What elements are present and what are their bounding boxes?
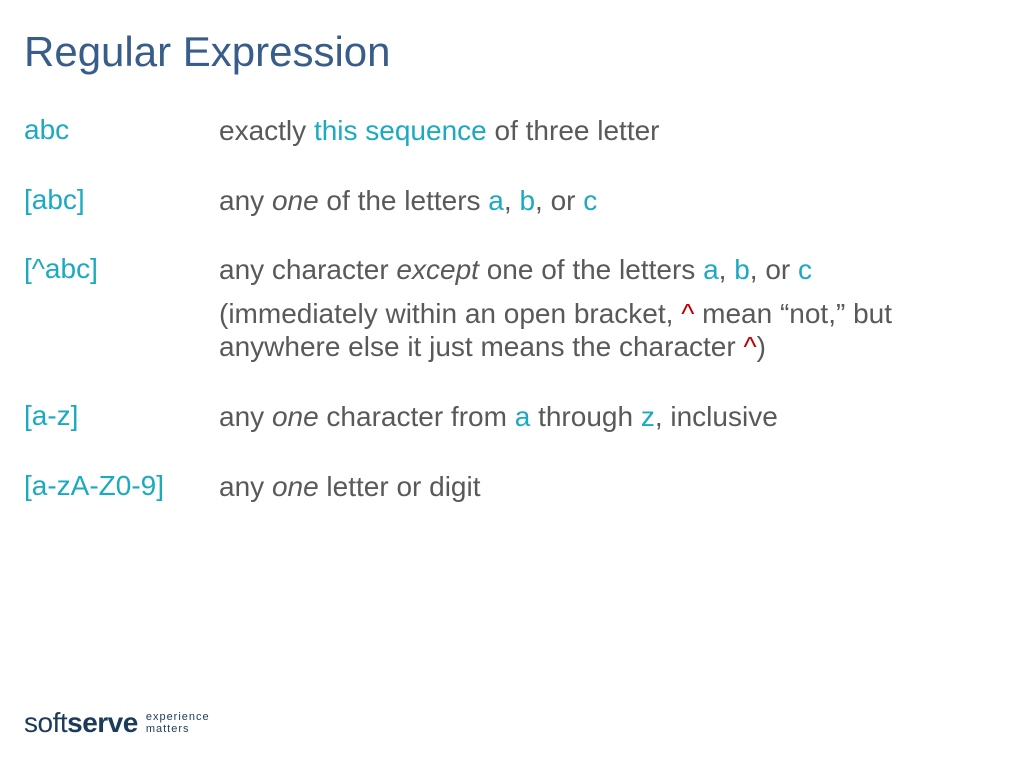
desc-letter: c (583, 185, 597, 216)
desc-italic: one (272, 471, 319, 502)
desc-text: any (219, 185, 272, 216)
desc-text: , (504, 185, 520, 216)
desc-text: letter or digit (319, 471, 481, 502)
desc-letter: c (798, 254, 812, 285)
desc-text: , or (750, 254, 798, 285)
pattern-row: [a-z] any one character from a through z… (24, 400, 1000, 434)
desc-text: , inclusive (655, 401, 778, 432)
note-text: (immediately within an open bracket, (219, 298, 681, 329)
desc-text: one of the letters (479, 254, 703, 285)
desc-letter: b (734, 254, 750, 285)
brand-tagline: experience matters (146, 711, 210, 735)
desc-italic: one (272, 185, 319, 216)
desc-text: exactly (219, 115, 314, 146)
note-caret: ^ (743, 331, 756, 362)
desc-text: through (530, 401, 641, 432)
brand-text-light: soft (24, 707, 67, 738)
pattern-row: abc exactly this sequence of three lette… (24, 114, 1000, 148)
tagline-line: experience (146, 711, 210, 723)
brand-logo: softserve (24, 707, 138, 739)
pattern-text: abc (24, 114, 219, 146)
tagline-line: matters (146, 723, 210, 735)
note-text: ) (757, 331, 766, 362)
desc-italic: except (396, 254, 479, 285)
pattern-desc: exactly this sequence of three letter (219, 114, 660, 148)
desc-italic: one (272, 401, 319, 432)
content-list: abc exactly this sequence of three lette… (24, 114, 1000, 503)
desc-text: any character (219, 254, 396, 285)
desc-text: character from (319, 401, 515, 432)
desc-letter: a (703, 254, 719, 285)
desc-highlight: this sequence (314, 115, 487, 146)
desc-text: of the letters (319, 185, 489, 216)
desc-letter: z (641, 401, 655, 432)
pattern-row: [^abc] any character except one of the l… (24, 253, 1000, 364)
desc-letter: b (519, 185, 535, 216)
pattern-desc: any one character from a through z, incl… (219, 400, 778, 434)
desc-letter: a (488, 185, 504, 216)
footer-brand: softserve experience matters (24, 707, 210, 739)
pattern-text: [a-zA-Z0-9] (24, 470, 219, 502)
pattern-desc: any one letter or digit (219, 470, 481, 504)
pattern-text: [a-z] (24, 400, 219, 432)
desc-text: , or (535, 185, 583, 216)
pattern-row: [abc] any one of the letters a, b, or c (24, 184, 1000, 218)
desc-letter: a (515, 401, 531, 432)
note-caret: ^ (681, 298, 694, 329)
desc-text: any (219, 471, 272, 502)
desc-text: , (719, 254, 735, 285)
pattern-desc: any one of the letters a, b, or c (219, 184, 597, 218)
brand-text-bold: serve (67, 707, 138, 738)
pattern-text: [abc] (24, 184, 219, 216)
desc-note: (immediately within an open bracket, ^ m… (219, 297, 1000, 364)
desc-text: any (219, 401, 272, 432)
pattern-text: [^abc] (24, 253, 219, 285)
desc-text: of three letter (487, 115, 660, 146)
pattern-desc: any character except one of the letters … (219, 253, 1000, 364)
pattern-row: [a-zA-Z0-9] any one letter or digit (24, 470, 1000, 504)
page-title: Regular Expression (24, 28, 1000, 76)
